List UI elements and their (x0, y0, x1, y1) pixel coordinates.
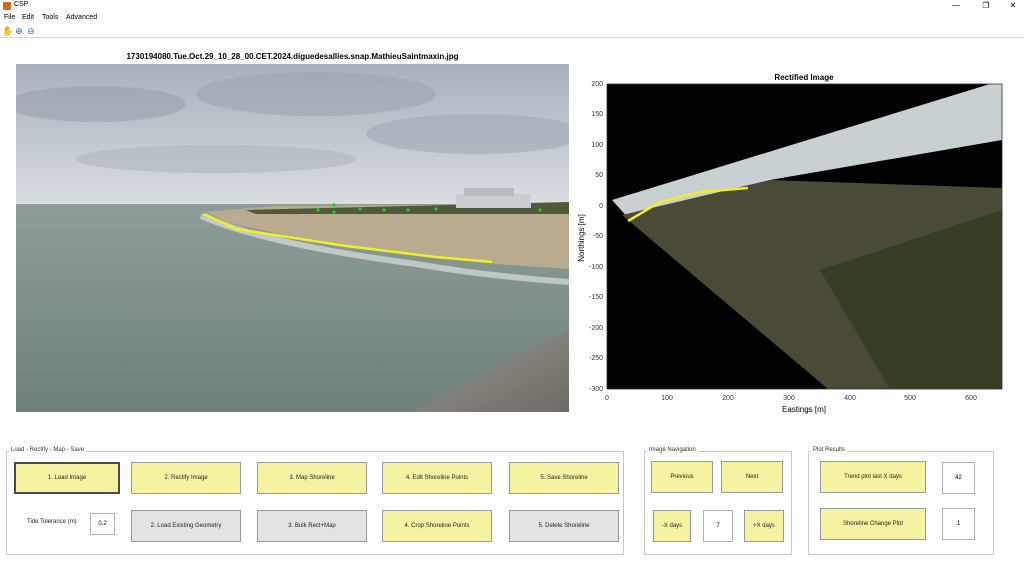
minus-days-button[interactable]: -X days (653, 510, 691, 542)
x-axis-label: Eastings [m] (782, 405, 826, 414)
close-button[interactable]: ✕ (1003, 0, 1023, 12)
save-shoreline-button[interactable]: 5. Save Shoreline (509, 462, 619, 494)
load-existing-geometry-button[interactable]: 2. Load Existing Geometry (131, 510, 241, 542)
original-image[interactable] (16, 64, 569, 412)
window-title: CSP (14, 1, 29, 8)
y-tick: 200 (591, 81, 603, 88)
y-axis-label: Northings [m] (577, 214, 586, 262)
menu-edit[interactable]: Edit (22, 14, 34, 21)
restore-button[interactable]: ❐ (976, 0, 996, 12)
x-tick: 300 (783, 395, 795, 402)
shoreline-change-plot-button[interactable]: Shoreline Change Plot (820, 508, 926, 540)
rectified-plot-title: Rectified Image (774, 73, 834, 82)
bulk-rect-map-button[interactable]: 3. Bulk Rect+Map (257, 510, 367, 542)
menu-advanced[interactable]: Advanced (66, 14, 97, 21)
zoom-out-icon[interactable]: ⊖ (26, 26, 36, 36)
rectify-image-button[interactable]: 2. Rectify Image (131, 462, 241, 494)
app-icon (3, 2, 11, 10)
panel-title: Load - Rectify - Map - Save (9, 447, 87, 453)
panel-title: Plot Results (811, 447, 848, 453)
trend-days-input[interactable]: 42 (942, 462, 975, 494)
y-tick: -300 (589, 386, 603, 393)
y-tick: 100 (591, 142, 603, 149)
x-tick: 600 (965, 395, 977, 402)
load-image-button[interactable]: 1. Load Image (14, 462, 120, 494)
edit-shoreline-points-button[interactable]: 4. Edit Shoreline Points (382, 462, 492, 494)
toolbar: ✋ ⊕ ⊖ (0, 25, 1024, 38)
menu-file[interactable]: File (4, 14, 15, 21)
panel-title: Image Navigation (647, 447, 698, 453)
title-bar: CSP — ❐ ✕ (0, 0, 1024, 12)
y-tick: 150 (591, 111, 603, 118)
image-filename-title: 1730194080.Tue.Oct.29_10_28_00.CET.2024.… (126, 52, 459, 61)
pan-icon[interactable]: ✋ (2, 26, 13, 36)
y-tick: -50 (593, 233, 603, 240)
menu-tools[interactable]: Tools (42, 14, 58, 21)
y-tick: 50 (595, 172, 603, 179)
previous-button[interactable]: Previous (651, 461, 713, 493)
delete-shoreline-button[interactable]: 5. Delete Shoreline (509, 510, 619, 542)
tide-tolerance-label: Tide Tolerance (m) (27, 519, 77, 525)
minimize-button[interactable]: — (946, 0, 966, 12)
plus-days-button[interactable]: +X days (744, 510, 784, 542)
x-tick: 0 (605, 395, 609, 402)
x-tick: 400 (844, 395, 856, 402)
zoom-in-icon[interactable]: ⊕ (14, 26, 24, 36)
y-tick: -150 (589, 294, 603, 301)
menu-bar: File Edit Tools Advanced (0, 13, 1024, 24)
tide-tolerance-input[interactable]: 0.2 (90, 513, 115, 535)
y-tick: 0 (599, 203, 603, 210)
trend-plot-button[interactable]: Trend plot last X days (820, 461, 926, 493)
crop-shoreline-points-button[interactable]: 4. Crop Shoreline Points (382, 510, 492, 542)
y-tick: -100 (589, 264, 603, 271)
x-tick: 100 (661, 395, 673, 402)
map-shoreline-button[interactable]: 3. Map Shoreline (257, 462, 367, 494)
y-tick: -200 (589, 325, 603, 332)
x-tick: 500 (904, 395, 916, 402)
shoreline-change-input[interactable]: 1 (942, 508, 975, 540)
y-tick: -250 (589, 355, 603, 362)
days-input[interactable]: 7 (703, 510, 733, 542)
rectified-image-plot[interactable]: Rectified Image 200 150 100 50 0 -50 -10… (570, 70, 1010, 420)
next-button[interactable]: Next (721, 461, 783, 493)
x-tick: 200 (722, 395, 734, 402)
